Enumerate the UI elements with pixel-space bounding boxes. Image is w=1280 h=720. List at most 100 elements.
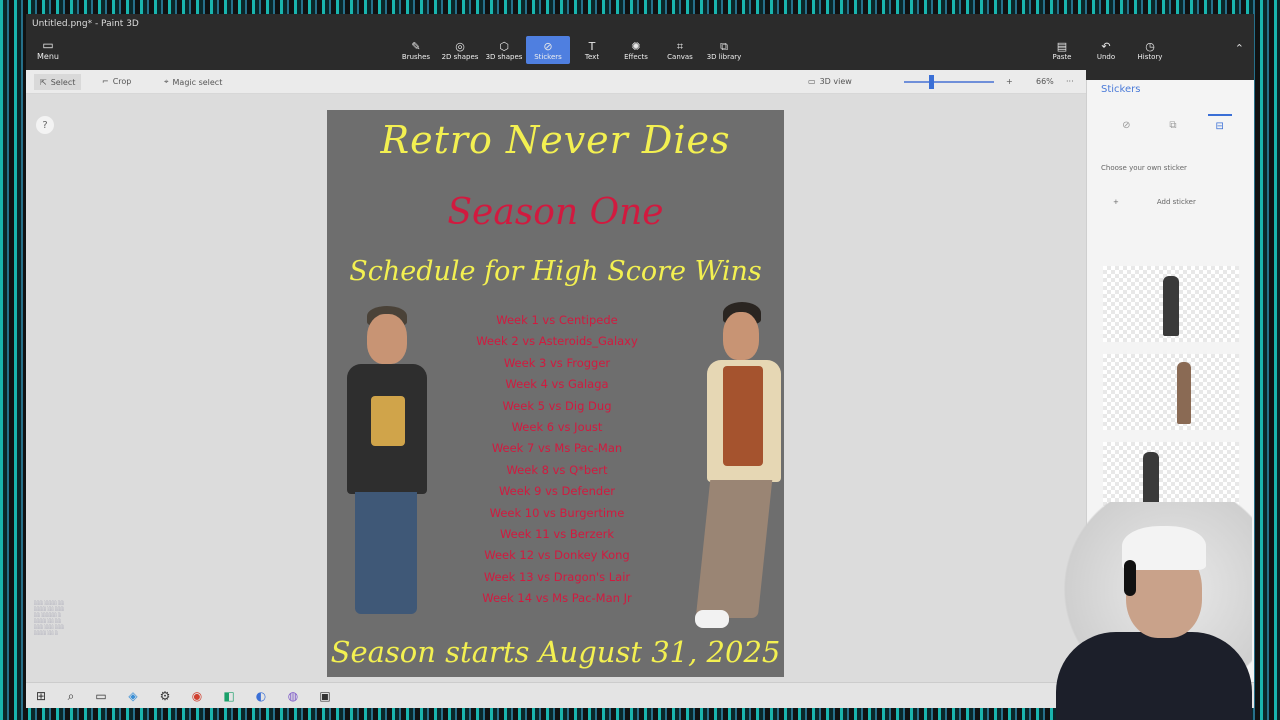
week-item: Week 6 vs Joust xyxy=(511,420,603,435)
shoe xyxy=(695,610,729,628)
poster-schedule-heading: Schedule for High Score Wins xyxy=(349,256,762,287)
crop-label: Crop xyxy=(112,77,132,86)
tool-label: Brushes xyxy=(401,52,431,61)
poster-canvas[interactable]: Retro Never Dies Season One Schedule for… xyxy=(327,110,784,677)
2d-shapes-icon: ◎ xyxy=(455,39,465,53)
week-item: Week 4 vs Galaga xyxy=(505,377,609,392)
crop-button[interactable]: ⌐ Crop xyxy=(102,77,131,86)
ribbon-right-tools: ▤ Paste ↶ Undo ◷ History xyxy=(1040,36,1172,64)
tool-label: History xyxy=(1137,52,1163,61)
sticker-thumbnail[interactable] xyxy=(1103,266,1239,342)
help-button[interactable]: ? xyxy=(36,116,54,134)
add-sticker-label: Add sticker xyxy=(1156,198,1196,206)
tshirt-graphic xyxy=(371,396,405,446)
tool-brushes[interactable]: ✎ Brushes xyxy=(394,36,438,64)
week-item: Week 7 vs Ms Pac-Man xyxy=(491,441,623,456)
more-options-button[interactable]: ··· xyxy=(1066,77,1074,86)
collapse-ribbon-icon[interactable]: ⌃ xyxy=(1235,42,1244,55)
history-icon: ◷ xyxy=(1145,39,1155,53)
magic-select-label: Magic select xyxy=(172,77,223,87)
sticker-thumbnail[interactable] xyxy=(1103,354,1239,430)
thumb-person xyxy=(1163,276,1179,336)
3d-view-toggle[interactable]: ▭ 3D view xyxy=(808,77,852,86)
magic-select-icon: ⌖ xyxy=(164,77,169,86)
undo-icon: ↶ xyxy=(1101,39,1111,53)
workspace: ? ░░░ ░░░░ ░░ ░░░░ ░░ ░░░ ░░ ░░░░░ ░ ░░░░ ░… xyxy=(26,94,1086,684)
stickers-icon: ⊘ xyxy=(543,39,553,53)
window-title: Untitled.png* - Paint 3D xyxy=(32,19,139,29)
effects-icon: ✺ xyxy=(631,39,641,53)
3d-view-label: 3D view xyxy=(819,77,852,86)
week-item: Week 11 vs Berzerk xyxy=(499,527,615,542)
3d-shapes-icon: ⬡ xyxy=(499,39,509,53)
tool-label: Effects xyxy=(624,52,648,61)
stream-overlay-stats: ░░░ ░░░░ ░░ ░░░░ ░░ ░░░ ░░ ░░░░░ ░ ░░░░ ░░ … xyxy=(34,600,65,635)
tool-label: 3D shapes xyxy=(485,52,523,61)
text-icon: T xyxy=(588,39,596,53)
custom-icon[interactable]: ⊟ xyxy=(1207,114,1232,136)
magic-select-button[interactable]: ⌖ Magic select xyxy=(164,77,222,87)
face xyxy=(723,312,759,360)
app-icon[interactable]: ◍ xyxy=(284,687,302,705)
week-item: Week 3 vs Frogger xyxy=(503,355,611,370)
week-item: Week 2 vs Asteroids_Galaxy xyxy=(476,334,638,349)
week-item: Week 5 vs Dig Dug xyxy=(502,398,612,413)
select-button[interactable]: ⇱ Select xyxy=(34,74,82,90)
tool-2d-shapes[interactable]: ◎ 2D shapes xyxy=(438,36,482,64)
tool-effects[interactable]: ✺ Effects xyxy=(614,36,658,64)
undo-button[interactable]: ↶ Undo xyxy=(1084,36,1128,64)
headset-icon xyxy=(1124,560,1136,596)
history-button[interactable]: ◷ History xyxy=(1128,36,1172,64)
tool-stickers[interactable]: ⊘ Stickers xyxy=(526,36,570,64)
search-icon[interactable]: ⌕ xyxy=(62,687,80,705)
face xyxy=(367,314,407,364)
tool-3d-library[interactable]: ⧉ 3D library xyxy=(702,36,746,64)
add-sticker-button[interactable]: + Add sticker xyxy=(1113,198,1196,206)
trousers xyxy=(695,480,773,618)
tool-text[interactable]: T Text xyxy=(570,36,614,64)
app-icon[interactable]: ▣ xyxy=(316,687,334,705)
task-view-icon[interactable]: ▭ xyxy=(92,687,110,705)
week-item: Week 1 vs Centipede xyxy=(496,313,618,327)
vest xyxy=(723,366,763,466)
zoom-in-button[interactable]: + xyxy=(1006,77,1013,86)
sticker-icon[interactable]: ⊘ xyxy=(1114,114,1138,136)
poster-season-start: Season starts August 31, 2025 xyxy=(330,635,781,669)
select-label: Select xyxy=(50,77,76,87)
windows-start-icon[interactable]: ⊞ xyxy=(32,687,50,705)
settings-gear-icon[interactable]: ⚙ xyxy=(156,687,174,705)
week-item: Week 8 vs Q*bert xyxy=(506,462,608,477)
tool-label: Undo xyxy=(1096,52,1116,61)
zoom-slider-track[interactable] xyxy=(904,81,994,83)
paste-button[interactable]: ▤ Paste xyxy=(1040,36,1084,64)
ribbon-tools: ✎ Brushes ◎ 2D shapes ⬡ 3D shapes ⊘ Stic… xyxy=(394,36,746,66)
tool-canvas[interactable]: ⌗ Canvas xyxy=(658,36,702,64)
menu-button[interactable]: ▭ Menu xyxy=(34,38,62,66)
poster-season: Season One xyxy=(447,192,664,233)
tool-label: Stickers xyxy=(534,52,562,61)
week-item: Week 12 vs Donkey Kong xyxy=(484,548,630,563)
select-arrow-icon: ⇱ xyxy=(40,77,47,87)
webcam-overlay xyxy=(1052,502,1252,720)
app-icon[interactable]: ◐ xyxy=(252,687,270,705)
tool-3d-shapes[interactable]: ⬡ 3D shapes xyxy=(482,36,526,64)
app-icon[interactable]: ◈ xyxy=(124,687,142,705)
sticker-tabs: ⊘ ⧉ ⊟ xyxy=(1103,114,1243,138)
sticker-person-right[interactable] xyxy=(673,302,783,636)
zoom-slider-thumb[interactable] xyxy=(929,75,934,89)
week-item: Week 14 vs Ms Pac-Man Jr xyxy=(482,591,632,606)
plus-icon: + xyxy=(1113,198,1119,206)
week-schedule-list: Week 1 vs Centipede Week 2 vs Asteroids_… xyxy=(437,310,677,610)
sticker-person-left[interactable] xyxy=(337,306,433,618)
plus-icon: + xyxy=(1006,77,1013,86)
chrome-icon[interactable]: ◉ xyxy=(188,687,206,705)
app-icon[interactable]: ◧ xyxy=(220,687,238,705)
week-item: Week 13 vs Dragon's Lair xyxy=(483,569,631,584)
panel-header: Stickers xyxy=(1101,84,1141,95)
zoom-percent: 66% xyxy=(1036,77,1054,86)
tool-label: 2D shapes xyxy=(441,52,479,61)
tool-label: 3D library xyxy=(706,52,742,61)
shapes-icon[interactable]: ⧉ xyxy=(1161,114,1185,136)
paste-icon: ▤ xyxy=(1056,39,1068,53)
thumb-person xyxy=(1177,362,1191,424)
